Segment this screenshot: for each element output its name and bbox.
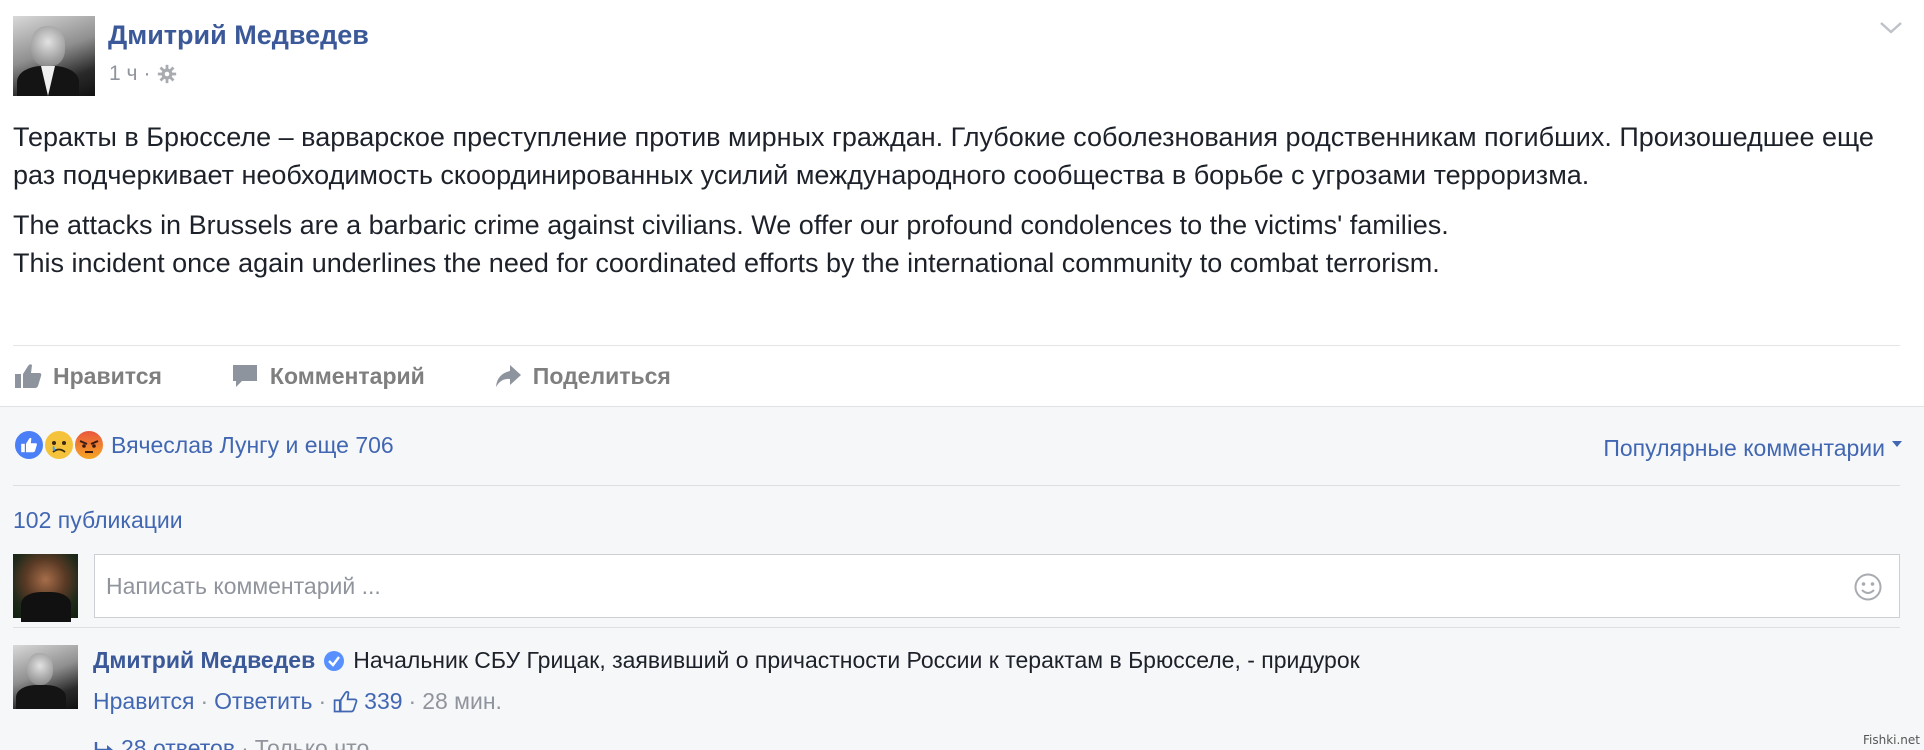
thumbs-up-outline-icon[interactable] [332, 689, 358, 715]
divider [13, 345, 1900, 346]
divider [13, 627, 1900, 628]
shares-count[interactable]: 102 публикации [13, 507, 183, 534]
like-button[interactable]: Нравится [13, 362, 162, 390]
comment-input[interactable]: Написать комментарий ... [94, 554, 1900, 618]
author-avatar[interactable] [13, 16, 95, 96]
share-label: Поделиться [532, 362, 671, 389]
comment-author-avatar[interactable] [13, 645, 78, 709]
like-reaction-icon [13, 429, 45, 461]
comment-input-placeholder: Написать комментарий ... [106, 572, 381, 599]
sad-reaction-icon [43, 429, 75, 461]
post-actions: Нравится Комментарий Поделиться [13, 360, 739, 392]
comment: Дмитрий Медведев Начальник СБУ Грицак, з… [93, 647, 1360, 674]
comment-like-count[interactable]: 339 [364, 688, 402, 715]
emoji-icon[interactable] [1853, 572, 1883, 602]
gear-icon[interactable] [156, 63, 178, 85]
meta-separator: · [143, 62, 151, 85]
caret-down-icon [1892, 441, 1902, 447]
angry-reaction-icon [73, 429, 105, 461]
chevron-down-icon[interactable] [1878, 18, 1904, 38]
comment-sort-dropdown[interactable]: Популярные комментарии [1603, 435, 1903, 462]
comment-like-link[interactable]: Нравится [93, 688, 195, 715]
comment-author-name[interactable]: Дмитрий Медведев [93, 647, 315, 674]
verified-badge-icon [324, 650, 345, 671]
author-name[interactable]: Дмитрий Медведев [108, 20, 369, 51]
replies-count: 28 ответов [121, 735, 236, 750]
share-arrow-icon [495, 365, 521, 387]
reply-arrow-icon [94, 741, 113, 750]
reactions-summary[interactable]: Вячеслав Лунгу и еще 706 [13, 429, 394, 461]
post-paragraph-en: The attacks in Brussels are a barbaric c… [13, 210, 1449, 278]
current-user-avatar [13, 554, 78, 622]
replies-time: Только что [254, 735, 370, 750]
comment-label: Комментарий [269, 362, 425, 389]
comment-reply-link[interactable]: Ответить [214, 688, 312, 715]
comment-text: Начальник СБУ Грицак, заявивший о причас… [353, 647, 1360, 673]
comments-section: Вячеслав Лунгу и еще 706 Популярные комм… [0, 406, 1924, 750]
facebook-post: Дмитрий Медведев 1 ч · Теракты в Брюссел… [0, 0, 1924, 750]
post-paragraph-ru: Теракты в Брюсселе – варварское преступл… [13, 122, 1874, 190]
replies-link[interactable]: 28 ответов · Только что [93, 735, 369, 750]
comment-sort-label: Популярные комментарии [1603, 435, 1885, 461]
watermark: Fishki.net [1862, 733, 1920, 747]
post-meta: 1 ч · [109, 62, 178, 86]
share-button[interactable]: Поделиться [493, 362, 671, 390]
reaction-names[interactable]: Вячеслав Лунгу и еще 706 [111, 432, 394, 459]
comment-button[interactable]: Комментарий [230, 362, 425, 390]
comment-time[interactable]: 28 мин. [422, 688, 502, 715]
post-body: Теракты в Брюсселе – варварское преступл… [13, 118, 1903, 294]
comment-icon [232, 365, 257, 387]
like-label: Нравится [53, 362, 162, 389]
post-time[interactable]: 1 ч [109, 62, 137, 86]
thumbs-up-icon [15, 364, 42, 388]
comment-actions: Нравится · Ответить · 339 · 28 мин. [93, 688, 502, 715]
divider [13, 485, 1900, 486]
